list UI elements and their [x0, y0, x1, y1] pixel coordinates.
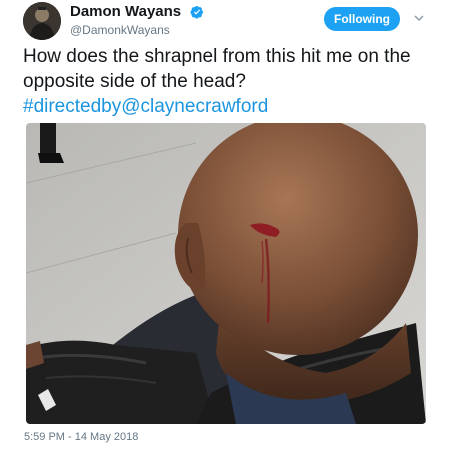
- avatar-icon: [23, 2, 61, 40]
- chevron-down-icon[interactable]: [413, 12, 425, 24]
- tweet-card: Damon Wayans @DamonkWayans Following How…: [0, 0, 450, 450]
- mention-link[interactable]: @claynecrawford: [121, 96, 268, 117]
- tweet-text: How does the shrapnel from this hit me o…: [23, 44, 433, 119]
- following-button[interactable]: Following: [324, 7, 400, 31]
- verified-badge-icon: [190, 5, 203, 19]
- tweet-photo[interactable]: [26, 123, 426, 424]
- tweet-timestamp[interactable]: 5:59 PM - 14 May 2018: [24, 431, 138, 443]
- author-display-name[interactable]: Damon Wayans: [70, 4, 181, 19]
- photo-image: [26, 123, 426, 424]
- author-info: Damon Wayans @DamonkWayans: [70, 4, 204, 36]
- tweet-body-text: How does the shrapnel from this hit me o…: [23, 46, 411, 92]
- hashtag-link[interactable]: #directedby: [23, 96, 121, 117]
- author-avatar[interactable]: [23, 2, 61, 40]
- author-handle[interactable]: @DamonkWayans: [70, 24, 204, 36]
